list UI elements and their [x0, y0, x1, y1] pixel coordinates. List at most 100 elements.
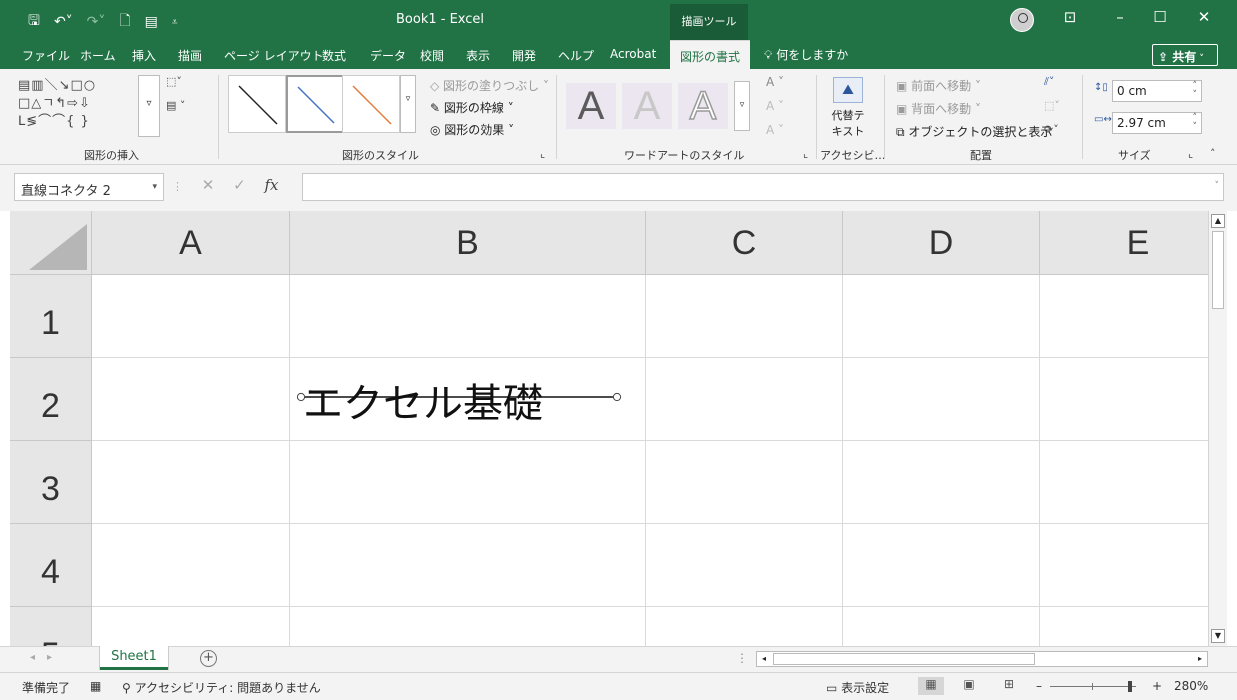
shape-style-blue[interactable] — [286, 75, 344, 133]
column-header-a[interactable]: A — [92, 211, 290, 275]
cell-b4[interactable] — [290, 524, 646, 607]
cell-e4[interactable] — [1040, 524, 1208, 607]
cell-a5[interactable] — [92, 607, 290, 646]
minimize-button[interactable]: – — [1108, 8, 1132, 26]
normal-view-icon[interactable]: ▦ — [918, 677, 944, 695]
collapse-ribbon-icon[interactable]: ˄ — [1210, 147, 1216, 160]
cell-b1[interactable] — [290, 275, 646, 358]
enter-icon[interactable]: ✓ — [233, 176, 246, 194]
save-icon[interactable]: 🖫 — [28, 10, 40, 34]
tab-review[interactable]: 校閲 — [420, 47, 444, 64]
cell-d3[interactable] — [843, 441, 1040, 524]
cell-e1[interactable] — [1040, 275, 1208, 358]
row-header-3[interactable]: 3 — [10, 441, 92, 524]
formula-input[interactable]: ˅ — [302, 173, 1224, 201]
cell-b3[interactable] — [290, 441, 646, 524]
undo-icon[interactable]: ↶˅ — [54, 14, 73, 30]
align-icon[interactable]: ⫽˅ — [1044, 75, 1054, 89]
straight-connector-shape[interactable] — [296, 392, 622, 402]
customize-qat-icon[interactable]: ⩡ — [172, 17, 178, 28]
vertical-scrollbar[interactable]: ▲ ▼ — [1208, 211, 1227, 646]
rotate-icon[interactable]: ⟳˅ — [1044, 123, 1059, 136]
redo-icon[interactable]: ↷˅ — [87, 14, 106, 30]
zoom-slider-knob[interactable] — [1128, 681, 1132, 692]
cell-a1[interactable] — [92, 275, 290, 358]
scroll-right-icon[interactable]: ▸ — [1194, 653, 1206, 665]
group-icon[interactable]: ⬚˅ — [1044, 99, 1060, 112]
wordart-more-button[interactable]: ▿ — [734, 81, 750, 131]
cell-e5[interactable] — [1040, 607, 1208, 646]
shape-width-input[interactable]: 2.97 cm ˄ ˅ — [1112, 112, 1202, 134]
sheet-tab-sheet1[interactable]: Sheet1 — [100, 646, 168, 670]
scroll-down-icon[interactable]: ▼ — [1211, 629, 1225, 643]
tab-formulas[interactable]: 数式 — [322, 47, 346, 64]
connector-handle-start[interactable] — [296, 392, 306, 402]
shape-effects-button[interactable]: ◎ 図形の効果 ˅ — [430, 121, 514, 138]
zoom-slider[interactable] — [1050, 681, 1136, 692]
display-settings-button[interactable]: ▭ 表示設定 — [826, 679, 889, 696]
text-fill-icon[interactable]: A ˅ — [766, 75, 784, 89]
cell-c2[interactable] — [646, 358, 843, 441]
zoom-out-button[interactable]: – — [1036, 679, 1042, 693]
dialog-launcher-icon[interactable]: ⌞ — [1188, 147, 1193, 160]
cell-c5[interactable] — [646, 607, 843, 646]
cell-d5[interactable] — [843, 607, 1040, 646]
select-all-corner[interactable] — [10, 211, 92, 275]
column-header-d[interactable]: D — [843, 211, 1040, 275]
tab-file[interactable]: ファイル — [22, 47, 70, 64]
bring-forward-button[interactable]: ▣ 前面へ移動 ˅ — [896, 77, 981, 94]
row-header-1[interactable]: 1 — [10, 275, 92, 358]
cell-d4[interactable] — [843, 524, 1040, 607]
vertical-scroll-thumb[interactable] — [1212, 231, 1224, 309]
zoom-in-button[interactable]: + — [1152, 679, 1162, 693]
zoom-level[interactable]: 280% — [1174, 679, 1208, 693]
shape-height-input[interactable]: 0 cm ˄ ˅ — [1112, 80, 1202, 102]
shape-style-orange[interactable] — [342, 75, 400, 133]
tab-page-layout[interactable]: ページ レイアウト — [224, 47, 324, 64]
insert-function-icon[interactable]: fx — [265, 176, 279, 194]
tab-insert[interactable]: 挿入 — [132, 47, 156, 64]
form-icon[interactable]: ▤ — [145, 14, 158, 30]
cell-c1[interactable] — [646, 275, 843, 358]
page-layout-view-icon[interactable]: ▣ — [956, 677, 982, 695]
cell-d2[interactable] — [843, 358, 1040, 441]
expand-formula-bar-icon[interactable]: ˅ — [1215, 181, 1220, 191]
scroll-left-icon[interactable]: ◂ — [758, 653, 770, 665]
cancel-icon[interactable]: ✕ — [202, 176, 215, 194]
tab-acrobat[interactable]: Acrobat — [610, 47, 656, 61]
text-outline-icon[interactable]: A ˅ — [766, 99, 784, 113]
dialog-launcher-icon[interactable]: ⌞ — [540, 147, 545, 160]
text-box-icon[interactable]: ▤ ˅ — [166, 99, 185, 112]
new-sheet-button[interactable]: + — [200, 650, 217, 667]
print-preview-icon[interactable]: 🗋 — [119, 10, 130, 34]
tab-data[interactable]: データ — [370, 47, 406, 64]
column-header-b[interactable]: B — [290, 211, 646, 275]
row-header-2[interactable]: 2 — [10, 358, 92, 441]
name-box[interactable]: 直線コネクタ 2 ▾ — [14, 173, 164, 201]
column-header-e[interactable]: E — [1040, 211, 1208, 275]
spinner-icon[interactable]: ˄ ˅ — [1193, 114, 1198, 132]
cell-a4[interactable] — [92, 524, 290, 607]
macro-record-icon[interactable]: ▦ — [90, 679, 101, 693]
page-break-preview-icon[interactable]: ⊞ — [996, 677, 1022, 695]
cell-b5[interactable] — [290, 607, 646, 646]
tell-me-search[interactable]: 💡︎ 何をしますか — [764, 46, 848, 63]
tab-developer[interactable]: 開発 — [512, 47, 536, 64]
cell-a2[interactable] — [92, 358, 290, 441]
horizontal-scroll-thumb[interactable] — [773, 653, 1035, 665]
connector-handle-end[interactable] — [612, 392, 622, 402]
column-header-c[interactable]: C — [646, 211, 843, 275]
shape-style-black[interactable] — [228, 75, 286, 133]
row-header-4[interactable]: 4 — [10, 524, 92, 607]
ribbon-display-options-icon[interactable]: ⊡ — [1058, 8, 1082, 26]
close-button[interactable]: ✕ — [1192, 8, 1216, 26]
tab-view[interactable]: 表示 — [466, 47, 490, 64]
edit-shape-icon[interactable]: ⬚˅ — [166, 75, 182, 88]
tab-home[interactable]: ホーム — [80, 47, 116, 64]
selection-pane-button[interactable]: ⧉ オブジェクトの選択と表示 — [896, 123, 1052, 140]
restore-button[interactable]: ☐ — [1148, 8, 1172, 26]
row-header-5[interactable]: 5 — [10, 607, 92, 646]
chevron-down-icon[interactable]: ▾ — [152, 182, 157, 192]
text-effects-icon[interactable]: A ˅ — [766, 123, 784, 137]
dialog-launcher-icon[interactable]: ⌞ — [803, 147, 808, 160]
